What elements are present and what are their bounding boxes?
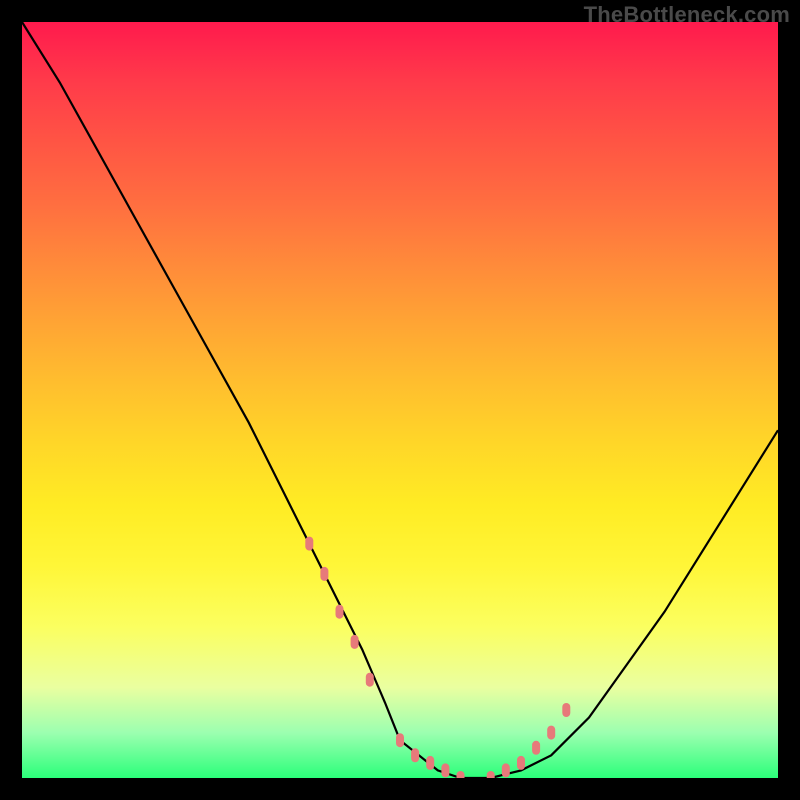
highlight-dot (547, 726, 555, 740)
highlight-dot (396, 733, 404, 747)
highlight-dot (320, 567, 328, 581)
highlight-dot (305, 537, 313, 551)
bottleneck-curve (22, 22, 778, 778)
highlight-dot (562, 703, 570, 717)
highlight-dot (457, 771, 465, 778)
highlight-dot (411, 748, 419, 762)
highlight-markers (305, 537, 570, 778)
highlight-dot (366, 673, 374, 687)
highlight-dot (532, 741, 540, 755)
highlight-dot (517, 756, 525, 770)
highlight-dot (502, 763, 510, 777)
chart-plot-area (22, 22, 778, 778)
highlight-dot (426, 756, 434, 770)
watermark-label: TheBottleneck.com (584, 2, 790, 28)
chart-frame: TheBottleneck.com (0, 0, 800, 800)
highlight-dot (336, 605, 344, 619)
highlight-dot (441, 763, 449, 777)
highlight-dot (351, 635, 359, 649)
curve-svg (22, 22, 778, 778)
highlight-dot (487, 771, 495, 778)
